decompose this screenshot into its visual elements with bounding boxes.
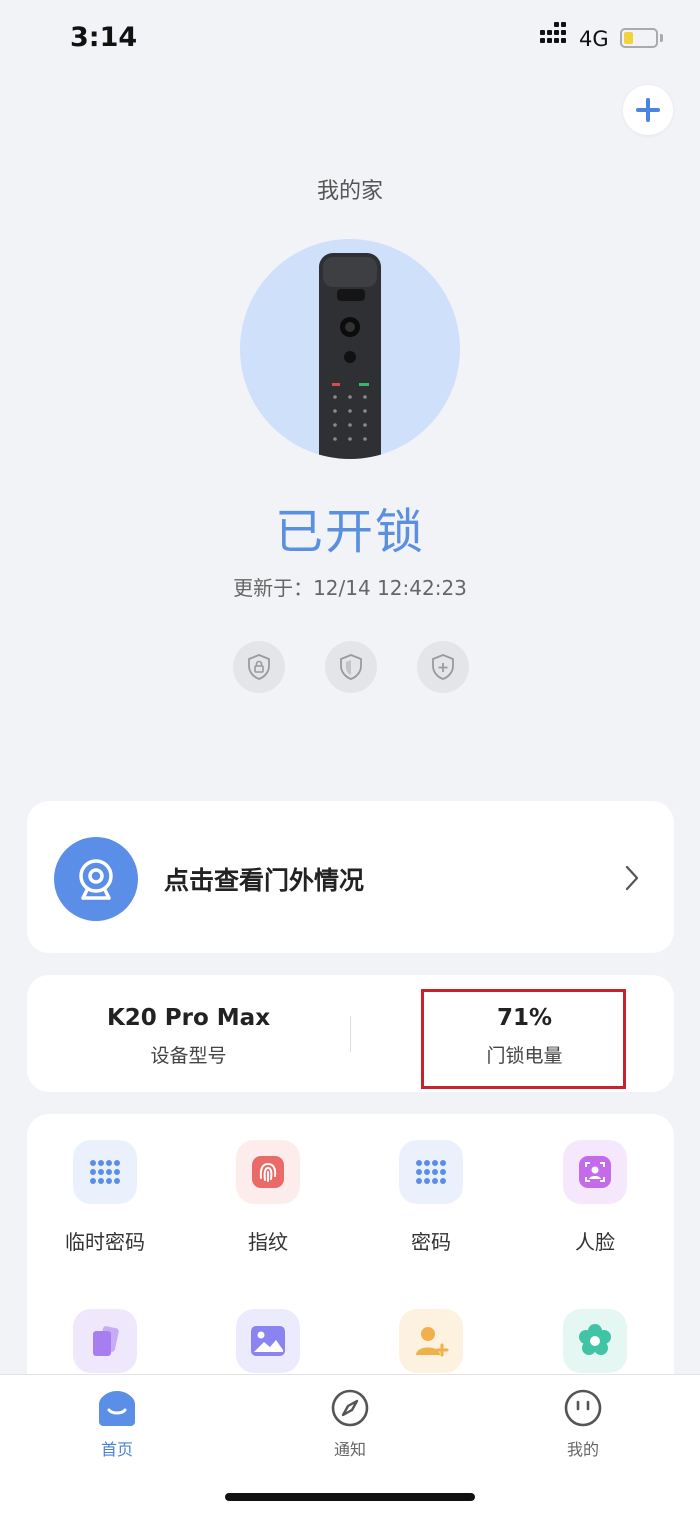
- home-icon: [99, 1391, 135, 1426]
- tab-notifications[interactable]: 通知: [290, 1388, 410, 1460]
- feature-label: 密码: [411, 1230, 451, 1254]
- feature-temp-password[interactable]: 临时密码: [40, 1140, 170, 1255]
- add-device-button[interactable]: [623, 85, 673, 135]
- keypad-icon: [73, 1140, 137, 1204]
- feature-password[interactable]: 密码: [366, 1140, 496, 1255]
- keypad-icon: [399, 1140, 463, 1204]
- feature-face[interactable]: 人脸: [530, 1140, 660, 1255]
- shield-icon[interactable]: [325, 641, 377, 693]
- signal-icon: [540, 22, 566, 43]
- feature-card-access[interactable]: [40, 1309, 170, 1373]
- lock-status: 已开锁: [274, 504, 425, 560]
- updated-time: 更新于：12/14 12:42:23: [233, 576, 467, 600]
- status-time: 3:14: [70, 22, 138, 53]
- shield-plus-icon[interactable]: [417, 641, 469, 693]
- add-user-icon: [399, 1309, 463, 1373]
- battery-icon: [620, 28, 658, 48]
- feature-image[interactable]: [203, 1309, 333, 1373]
- plus-icon: [636, 98, 660, 122]
- feature-add-user[interactable]: [366, 1309, 496, 1373]
- feature-label: 指纹: [248, 1230, 288, 1254]
- fingerprint-icon: [236, 1140, 300, 1204]
- settings-flower-icon: [563, 1309, 627, 1373]
- profile-icon: [564, 1389, 602, 1427]
- home-indicator[interactable]: [225, 1493, 475, 1501]
- feature-fingerprint[interactable]: 指纹: [203, 1140, 333, 1255]
- highlight-annotation: [421, 989, 626, 1089]
- tab-label: 通知: [333, 1440, 366, 1459]
- lock-shield-icon[interactable]: [233, 641, 285, 693]
- door-lock-icon: [319, 253, 381, 459]
- home-title[interactable]: 我的家: [0, 173, 700, 205]
- camera-icon: [54, 837, 138, 921]
- image-icon: [236, 1309, 300, 1373]
- tab-home[interactable]: 首页: [57, 1388, 177, 1460]
- tab-label: 我的: [566, 1440, 599, 1459]
- feature-settings[interactable]: [530, 1309, 660, 1373]
- face-scan-icon: [563, 1140, 627, 1204]
- device-model-value: K20 Pro Max: [106, 1005, 271, 1031]
- network-type: 4G: [579, 27, 609, 51]
- tab-label: 首页: [100, 1440, 133, 1459]
- security-icons: [233, 641, 469, 693]
- feature-label: 临时密码: [65, 1230, 145, 1254]
- device-model-label: 设备型号: [150, 1045, 227, 1067]
- lock-image[interactable]: [240, 239, 460, 459]
- compass-icon: [331, 1389, 369, 1427]
- battery-tip: [660, 34, 663, 42]
- card-icon: [73, 1309, 137, 1373]
- feature-label: 人脸: [575, 1230, 615, 1254]
- tab-profile[interactable]: 我的: [523, 1388, 643, 1460]
- chevron-right-icon: [624, 864, 640, 896]
- view-outside-label: 点击查看门外情况: [164, 866, 365, 895]
- divider: [350, 1016, 351, 1052]
